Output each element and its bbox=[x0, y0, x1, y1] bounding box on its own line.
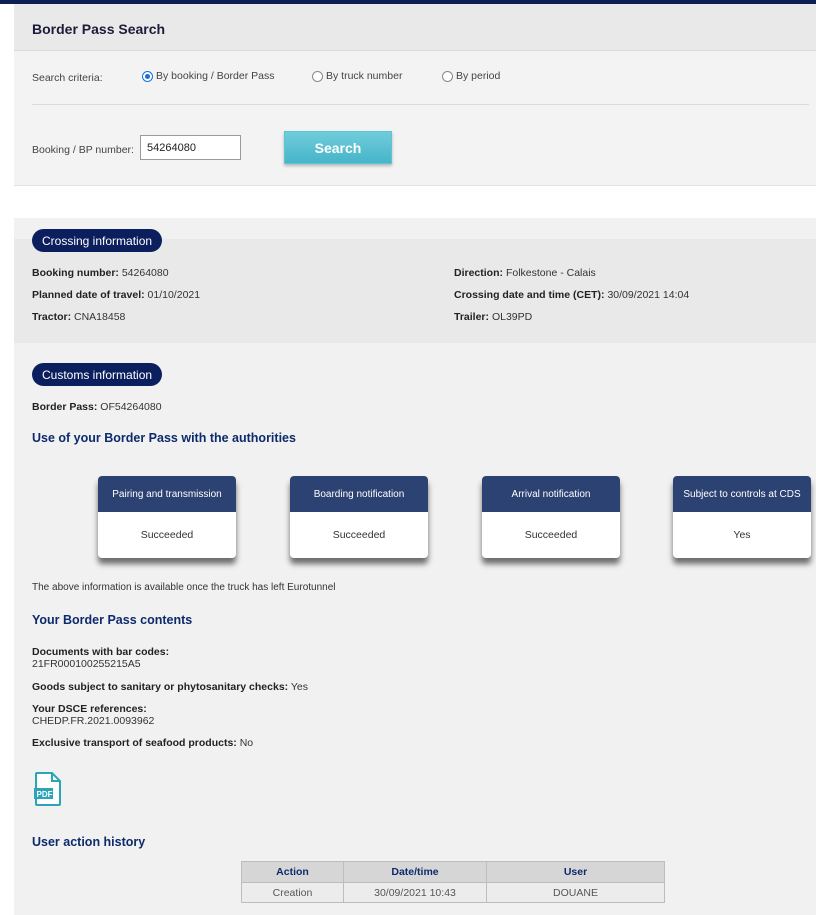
table-header-row: Action Date/time User bbox=[241, 861, 665, 883]
radio-dot[interactable] bbox=[312, 70, 323, 82]
history-table: Action Date/time User Creation 30/09/202… bbox=[241, 861, 665, 903]
crossing-datetime-field: Crossing date and time (CET): 30/09/2021… bbox=[454, 289, 689, 301]
bp-number-input[interactable] bbox=[140, 135, 241, 160]
field-label: Planned date of travel: bbox=[32, 289, 145, 301]
search-title: Border Pass Search bbox=[32, 21, 166, 37]
field-label: Goods subject to sanitary or phytosanita… bbox=[32, 681, 289, 693]
column-header: User bbox=[486, 861, 665, 883]
field-label: Direction: bbox=[454, 267, 504, 279]
tractor-value: CNA18458 bbox=[74, 311, 126, 323]
field-label: Your DSCE references: bbox=[32, 703, 147, 715]
seafood-value: No bbox=[239, 737, 254, 749]
history-title: User action history bbox=[32, 835, 146, 849]
radio-label: By booking / Border Pass bbox=[156, 70, 275, 82]
pdf-file-icon[interactable]: PDF bbox=[34, 772, 62, 809]
crossing-datetime-value: 30/09/2021 14:04 bbox=[607, 289, 690, 301]
status-card-boarding: Boarding notification Succeeded bbox=[290, 476, 428, 558]
radio-dot-selected[interactable] bbox=[142, 70, 153, 82]
search-criteria-label: Search criteria: bbox=[32, 72, 103, 84]
field-label: Exclusive transport of seafood products: bbox=[32, 737, 237, 749]
customs-info-heading: Customs information bbox=[32, 363, 163, 386]
results-panel: Crossing information Booking number: 542… bbox=[14, 218, 816, 915]
booking-number-field: Booking number: 54264080 bbox=[32, 267, 169, 279]
radio-label: By period bbox=[456, 70, 501, 82]
trailer-field: Trailer: OL39PD bbox=[454, 311, 532, 323]
status-card-cds-controls: Subject to controls at CDS Yes bbox=[673, 476, 811, 558]
radio-dot[interactable] bbox=[442, 70, 453, 82]
card-title: Arrival notification bbox=[482, 476, 620, 512]
contents-title: Your Border Pass contents bbox=[32, 613, 193, 627]
card-title: Boarding notification bbox=[290, 476, 428, 512]
table-cell: DOUANE bbox=[486, 882, 665, 903]
trailer-value: OL39PD bbox=[491, 311, 533, 323]
table-cell: Creation bbox=[241, 882, 344, 903]
documents-value: 21FR000100255215A5 bbox=[32, 658, 141, 670]
radio-by-period[interactable]: By period bbox=[442, 70, 500, 82]
field-label: Trailer: bbox=[454, 311, 490, 323]
svg-text:PDF: PDF bbox=[37, 790, 53, 799]
direction-value: Folkestone - Calais bbox=[505, 267, 596, 279]
field-label: Tractor: bbox=[32, 311, 72, 323]
card-title: Pairing and transmission bbox=[98, 476, 236, 512]
planned-date-value: 01/10/2021 bbox=[147, 289, 201, 301]
radio-by-truck-number[interactable]: By truck number bbox=[312, 70, 402, 82]
crossing-info-heading: Crossing information bbox=[32, 229, 163, 252]
search-panel-header: Border Pass Search bbox=[14, 4, 816, 51]
field-label: Crossing date and time (CET): bbox=[454, 289, 605, 301]
direction-field: Direction: Folkestone - Calais bbox=[454, 267, 596, 279]
booking-number-value: 54264080 bbox=[121, 267, 169, 279]
status-card-arrival: Arrival notification Succeeded bbox=[482, 476, 620, 558]
card-title: Subject to controls at CDS bbox=[673, 476, 811, 512]
card-value: Succeeded bbox=[524, 529, 578, 541]
field-label: Border Pass: bbox=[32, 401, 98, 413]
card-value: Yes bbox=[733, 529, 751, 541]
field-label: Documents with bar codes: bbox=[32, 646, 170, 658]
radio-label: By truck number bbox=[326, 70, 403, 82]
field-label: Booking number: bbox=[32, 267, 119, 279]
dsce-field: Your DSCE references: CHEDP.FR.2021.0093… bbox=[32, 703, 154, 727]
search-button[interactable]: Search bbox=[284, 131, 392, 164]
documents-field: Documents with bar codes: 21FR0001002552… bbox=[32, 646, 169, 670]
seafood-field: Exclusive transport of seafood products:… bbox=[32, 737, 253, 749]
radio-by-booking[interactable]: By booking / Border Pass bbox=[142, 70, 274, 82]
divider bbox=[32, 104, 809, 105]
bp-number-label: Booking / BP number: bbox=[32, 144, 134, 156]
border-pass-value: OF54264080 bbox=[100, 401, 162, 413]
sanitary-value: Yes bbox=[290, 681, 309, 693]
search-panel: Border Pass Search Search criteria: By b… bbox=[14, 4, 816, 186]
card-value: Succeeded bbox=[332, 529, 386, 541]
sanitary-field: Goods subject to sanitary or phytosanita… bbox=[32, 681, 308, 693]
planned-date-field: Planned date of travel: 01/10/2021 bbox=[32, 289, 200, 301]
card-value: Succeeded bbox=[140, 529, 194, 541]
tractor-field: Tractor: CNA18458 bbox=[32, 311, 125, 323]
status-card-pairing: Pairing and transmission Succeeded bbox=[98, 476, 236, 558]
column-header: Action bbox=[241, 861, 344, 883]
authorities-title: Use of your Border Pass with the authori… bbox=[32, 431, 296, 445]
table-row: Creation 30/09/2021 10:43 DOUANE bbox=[241, 882, 665, 903]
table-cell: 30/09/2021 10:43 bbox=[343, 882, 487, 903]
column-header: Date/time bbox=[343, 861, 487, 883]
dsce-value: CHEDP.FR.2021.0093962 bbox=[32, 715, 155, 727]
border-pass-field: Border Pass: OF54264080 bbox=[32, 401, 162, 413]
info-note: The above information is available once … bbox=[32, 582, 336, 593]
